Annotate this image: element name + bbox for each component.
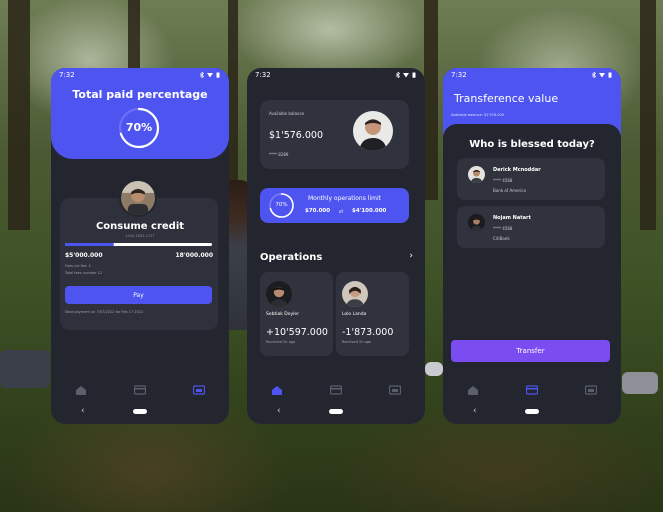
home-screen: 7:32 Available balance $1'576.000 **** 8… bbox=[247, 68, 425, 424]
wifi-icon bbox=[403, 73, 409, 78]
recipient-card[interactable]: Derick Mcnoddar **** 4568 Bank of Americ… bbox=[457, 158, 605, 200]
card-title: Consume credit bbox=[95, 221, 185, 232]
avatar bbox=[468, 166, 485, 183]
operation-card[interactable]: Lolo Landa -1'873.000 Received 2h ago bbox=[336, 272, 409, 356]
operation-time: Received 2h ago bbox=[342, 340, 372, 344]
card-number: **** 8289 bbox=[269, 152, 289, 157]
limit-of: of bbox=[339, 209, 343, 214]
gesture-bar: ‹ bbox=[51, 404, 229, 418]
status-bar: 7:32 bbox=[443, 68, 621, 82]
avatar bbox=[119, 179, 157, 217]
fees-total: Total fees number 12 bbox=[65, 271, 102, 275]
back-icon[interactable]: ‹ bbox=[473, 406, 477, 416]
next-payment-note: Next payment on 7/07/2022 for Feb 17 202… bbox=[65, 310, 144, 314]
page-title: Transference value bbox=[454, 92, 559, 105]
home-icon[interactable] bbox=[271, 385, 283, 395]
card-icon[interactable] bbox=[133, 385, 146, 395]
recipient-bank: Bank of America bbox=[493, 188, 526, 193]
chevron-right-icon[interactable]: › bbox=[409, 251, 413, 261]
operations-limit-card[interactable]: 70% Monthly operations limit $70.000 of … bbox=[260, 188, 409, 223]
fees-info: Fees cut fee: 4 bbox=[65, 264, 91, 268]
transfer-screen: 7:32 Transference value Available balanc… bbox=[443, 68, 621, 424]
operation-time: Received 2h ago bbox=[266, 340, 296, 344]
balance-label: Available balance bbox=[269, 111, 305, 116]
wifi-icon bbox=[207, 73, 213, 78]
credit-screen: 7:32 Total paid percentage 70% Consume c… bbox=[51, 68, 229, 424]
wallet-icon[interactable] bbox=[193, 385, 206, 395]
page-title: Total paid percentage bbox=[72, 88, 208, 101]
recipient-bank: CitiBank bbox=[493, 236, 510, 241]
home-icon[interactable] bbox=[75, 385, 87, 395]
bottom-nav bbox=[51, 380, 229, 400]
status-time: 7:32 bbox=[451, 71, 467, 79]
status-time: 7:32 bbox=[255, 71, 271, 79]
operation-name: Lolo Landa bbox=[342, 312, 367, 317]
status-time: 7:32 bbox=[59, 71, 75, 79]
balance-value: $1'576.000 bbox=[269, 130, 323, 141]
battery-icon bbox=[608, 72, 612, 78]
wallet-icon[interactable] bbox=[585, 385, 598, 395]
card-subtitle: 1040-1843-1727 bbox=[125, 234, 155, 238]
limit-total: $4'100.000 bbox=[352, 208, 387, 214]
recipient-card-number: **** 4568 bbox=[493, 178, 513, 183]
operation-amount: -1'873.000 bbox=[342, 327, 394, 338]
profile-avatar[interactable] bbox=[353, 111, 393, 151]
back-icon[interactable]: ‹ bbox=[277, 406, 281, 416]
home-gesture-pill[interactable] bbox=[329, 408, 343, 414]
limit-percentage: 70% bbox=[275, 202, 288, 208]
operation-amount: +10'597.000 bbox=[266, 327, 328, 338]
total-amount: 18'000.000 bbox=[175, 252, 213, 259]
status-bar: 7:32 bbox=[51, 68, 229, 82]
limit-title: Monthly operations limit bbox=[308, 195, 381, 202]
bluetooth-icon bbox=[591, 72, 597, 78]
bluetooth-icon bbox=[395, 72, 401, 78]
operation-name: Sebtiak Doyler bbox=[266, 312, 300, 317]
bluetooth-icon bbox=[199, 72, 205, 78]
paid-amount: $5'000.000 bbox=[65, 252, 103, 259]
gesture-bar: ‹ bbox=[247, 404, 425, 418]
avatar bbox=[342, 281, 368, 307]
credit-progress-fill bbox=[65, 243, 114, 246]
wifi-icon bbox=[599, 73, 605, 78]
recipient-card[interactable]: Nojam Natart **** 4568 CitiBank bbox=[457, 206, 605, 248]
home-gesture-pill[interactable] bbox=[133, 408, 147, 414]
card-icon[interactable] bbox=[525, 385, 538, 395]
limit-used: $70.000 bbox=[305, 208, 331, 214]
bottom-nav bbox=[247, 380, 425, 400]
avatar bbox=[468, 214, 485, 231]
wallet-icon[interactable] bbox=[389, 385, 402, 395]
battery-icon bbox=[216, 72, 220, 78]
card-icon[interactable] bbox=[329, 385, 342, 395]
home-icon[interactable] bbox=[467, 385, 479, 395]
gesture-bar: ‹ bbox=[443, 404, 621, 418]
recipients-question: Who is blessed today? bbox=[469, 139, 595, 150]
home-gesture-pill[interactable] bbox=[525, 408, 539, 414]
available-balance: Available balance: $1'576.000 bbox=[451, 113, 504, 117]
operations-title: Operations bbox=[260, 252, 323, 263]
back-icon[interactable]: ‹ bbox=[81, 406, 85, 416]
status-bar: 7:32 bbox=[247, 68, 425, 82]
percentage-value: 70% bbox=[125, 121, 153, 134]
transfer-button[interactable]: Transfer bbox=[451, 340, 610, 362]
operation-card[interactable]: Sebtiak Doyler +10'597.000 Received 2h a… bbox=[260, 272, 333, 356]
avatar bbox=[266, 281, 292, 307]
bottom-nav bbox=[443, 380, 621, 400]
credit-progress-bar bbox=[65, 243, 212, 246]
recipient-name: Nojam Natart bbox=[493, 215, 531, 221]
recipient-name: Derick Mcnoddar bbox=[493, 167, 541, 173]
recipient-card-number: **** 4568 bbox=[493, 226, 513, 231]
pay-button[interactable]: Pay bbox=[65, 286, 212, 304]
battery-icon bbox=[412, 72, 416, 78]
